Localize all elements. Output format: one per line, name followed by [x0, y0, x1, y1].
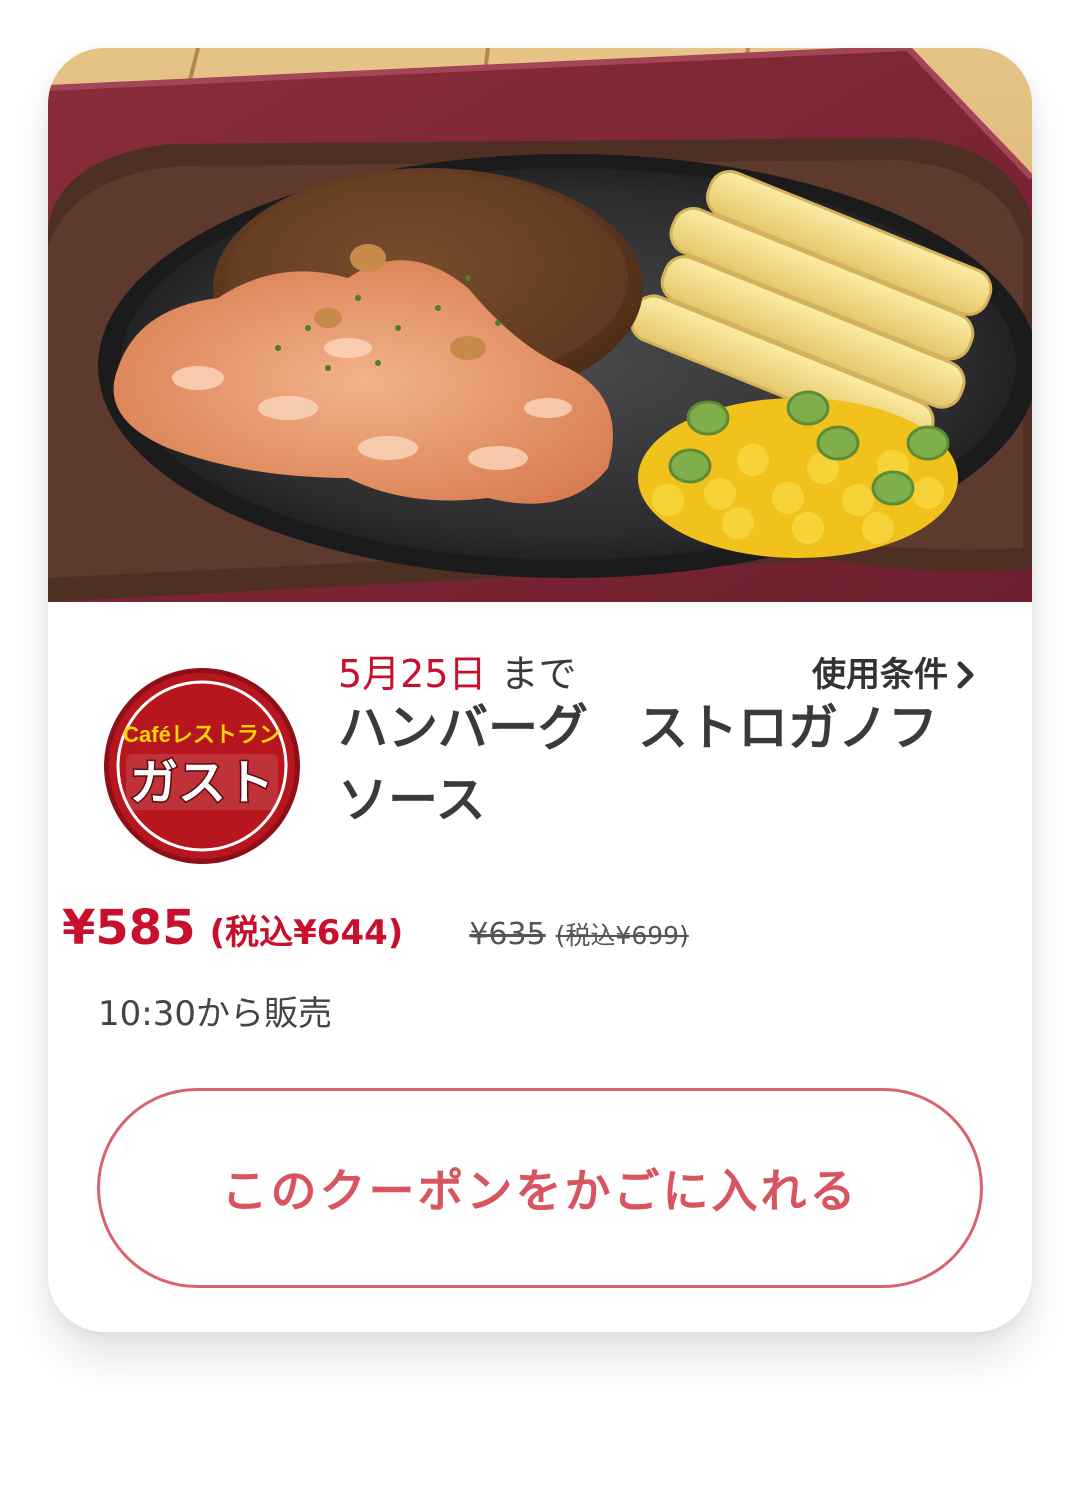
expiry-suffix: まで [500, 652, 577, 696]
product-title: ハンバーグ ストロガノフ ソース [338, 699, 938, 829]
gusto-logo: Caféレストラン ガスト [104, 668, 300, 864]
food-photo [48, 48, 1032, 602]
price-row: ¥585 (税込¥644) ¥635 (税込¥699) [62, 900, 689, 956]
chevron-right-icon [957, 661, 974, 689]
sale-time: 10:30から販売 [98, 994, 332, 1034]
price-original-tax: (税込¥699) [555, 921, 689, 950]
price-original: ¥635 [469, 917, 546, 952]
svg-text:Caféレストラン: Caféレストラン [123, 722, 281, 747]
expiry-date: 5月25日 [338, 652, 487, 696]
price-current-tax: (税込¥644) [209, 913, 404, 953]
price-current: ¥585 [62, 900, 196, 956]
add-to-cart-button[interactable]: このクーポンをかごに入れる [97, 1088, 983, 1288]
coupon-card: Caféレストラン ガスト 5月25日 まで 使用条件 ハンバーグ ストロガノフ … [48, 48, 1032, 1332]
svg-text:ガスト: ガスト [130, 755, 274, 811]
